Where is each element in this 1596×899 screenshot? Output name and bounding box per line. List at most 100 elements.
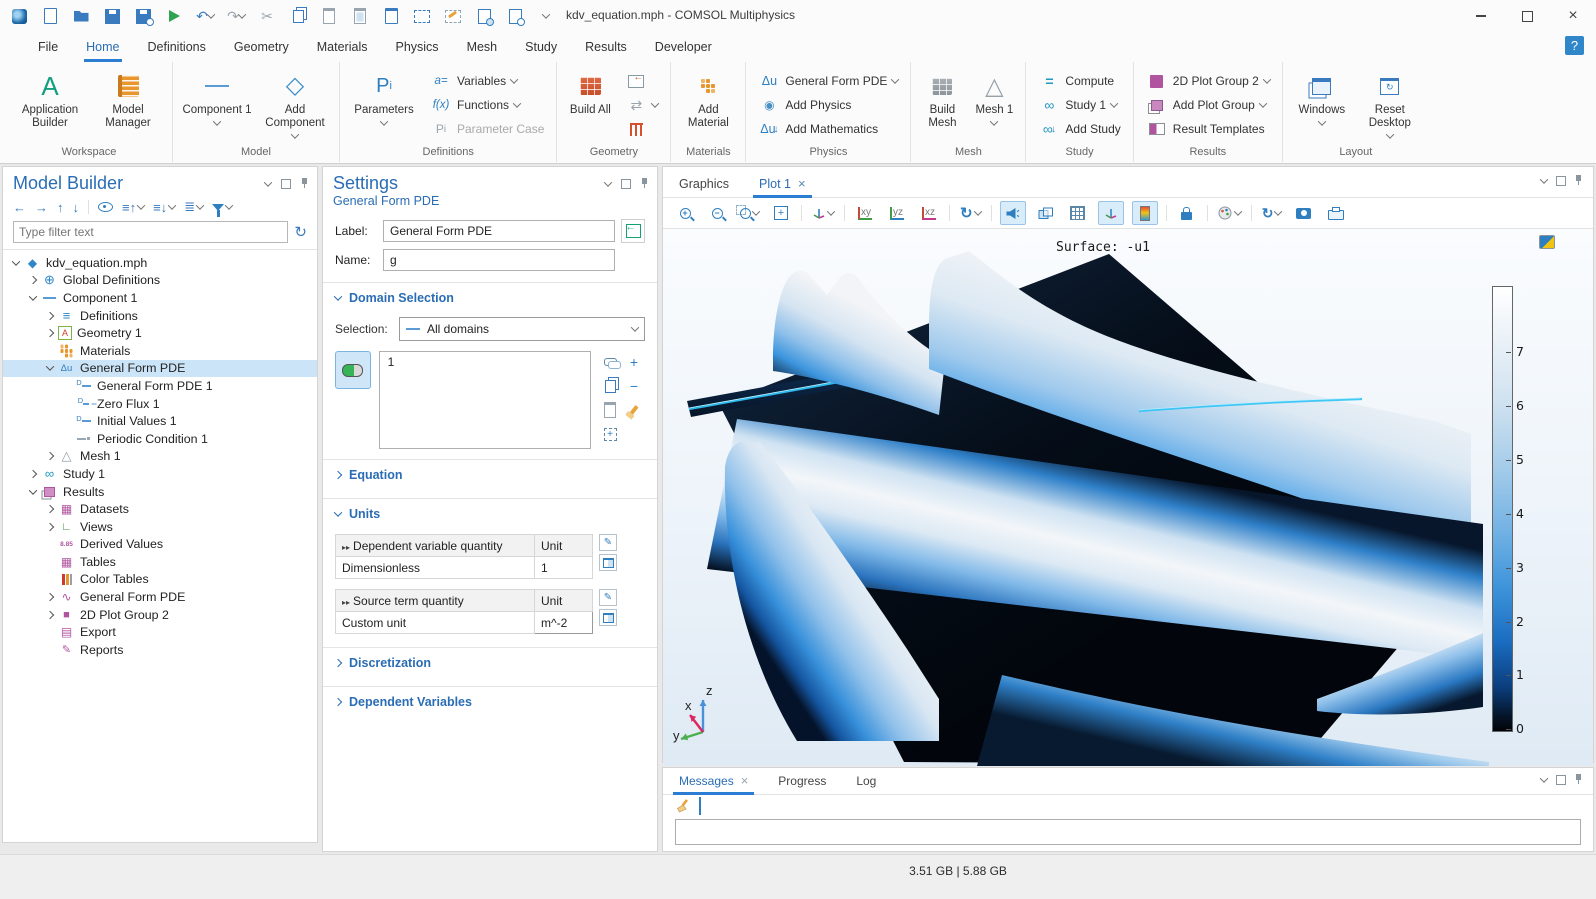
domain-selection-list[interactable]: 1 [379,351,591,449]
add-physics-button[interactable]: ◉ Add Physics [752,94,904,116]
paste-selection-button[interactable] [599,399,621,421]
zoom-in-button[interactable]: + [673,202,697,224]
build-mesh-button[interactable]: Build Mesh [917,68,967,133]
open-in-window-button[interactable] [699,800,701,814]
float-panel-icon[interactable] [621,179,631,189]
tab-plot-1[interactable]: Plot 1× [757,170,808,197]
tree-item[interactable]: Geometry 1 [3,324,317,342]
pin-panel-icon[interactable] [641,178,649,189]
expander-icon[interactable] [46,522,54,530]
panel-menu-icon[interactable] [1540,175,1548,183]
expand-all-button[interactable]: ≡↓ [153,200,175,215]
selection-dropdown[interactable]: All domains [399,317,645,341]
show-toggle-button[interactable] [98,202,113,212]
clear-selection-button[interactable] [623,399,645,421]
tree-item[interactable]: Export [3,623,317,641]
equation-view-button[interactable] [621,219,645,243]
tree-item[interactable]: Results [3,483,317,501]
menu-tab-study[interactable]: Study [511,34,571,60]
unit-cell[interactable]: 1 [535,557,593,579]
show-axes-button[interactable] [1098,201,1124,225]
pin-panel-icon[interactable] [301,178,309,189]
menu-tab-geometry[interactable]: Geometry [220,34,303,60]
collapse-all-button[interactable]: ≡↑ [122,200,144,215]
variables-button[interactable]: a= Variables [424,70,550,92]
close-tab-icon[interactable]: × [798,176,806,191]
parameters-button[interactable]: Pi Parameters [346,68,422,129]
menu-tab-developer[interactable]: Developer [641,34,726,60]
forward-button[interactable]: → [35,200,48,215]
menu-tab-materials[interactable]: Materials [303,34,382,60]
maximize-button[interactable] [1504,0,1550,32]
section-dependent-variables[interactable]: Dependent Variables [323,686,657,717]
result-templates-button[interactable]: Result Templates [1140,118,1276,140]
section-discretization[interactable]: Discretization [323,647,657,678]
tree-item[interactable]: Tables [3,553,317,571]
pin-panel-icon[interactable] [1575,175,1583,186]
edit-quantity-icon[interactable]: ✎ [599,589,617,606]
tab-graphics[interactable]: Graphics [677,171,731,197]
help-button[interactable]: ? [1565,36,1584,55]
plot-group-button[interactable]: 2D Plot Group 2 [1140,70,1276,92]
tree-item[interactable]: Definitions [3,307,317,325]
functions-button[interactable]: f(x) Functions [424,94,550,116]
partition-button[interactable] [619,118,664,140]
view-xz-button[interactable]: xz [917,202,941,224]
expander-icon[interactable] [46,363,54,371]
expander-icon[interactable] [46,593,54,601]
view-yz-button[interactable]: yz [885,202,909,224]
tree-item[interactable]: Zero Flux 1 [3,395,317,413]
deselect-box-button[interactable] [444,6,462,26]
compute-button[interactable]: = Compute [1032,70,1126,92]
lock-view-button[interactable] [1175,202,1199,224]
tree-item[interactable]: Initial Values 1 [3,412,317,430]
tab-progress[interactable]: Progress [776,768,828,794]
filter-button[interactable] [212,204,232,211]
select-box-button[interactable] [413,6,431,26]
show-grid-button[interactable] [1066,202,1090,224]
edit-quantity-icon[interactable]: ✎ [599,534,617,551]
expander-icon[interactable] [12,257,20,265]
menu-tab-physics[interactable]: Physics [381,34,452,60]
rotate-button[interactable]: ↻ [958,202,983,224]
plot-thumbnail-icon[interactable] [1539,235,1555,249]
print-button[interactable] [1324,202,1348,224]
section-domain-selection[interactable]: Domain Selection [323,282,657,313]
update-plot-button[interactable]: ↻ [1260,202,1284,224]
section-units[interactable]: Units [323,498,657,529]
move-down-button[interactable]: ↓ [73,200,80,215]
new-file-button[interactable] [41,6,59,26]
open-button[interactable] [72,6,90,26]
tab-log[interactable]: Log [854,768,878,794]
panel-menu-icon[interactable] [264,178,272,186]
find-preferences-button[interactable] [506,6,524,26]
tab-messages[interactable]: Messages× [677,767,750,794]
undo-button[interactable]: ↶ [196,6,214,26]
expander-icon[interactable] [29,276,37,284]
expander-icon[interactable] [46,452,54,460]
go-to-view-button[interactable] [810,202,836,224]
plot-canvas[interactable]: Surface: -u1 [663,229,1593,766]
tree-item[interactable]: Mesh 1 [3,448,317,466]
cut-button[interactable]: ✂ [258,6,276,26]
zoom-out-button[interactable]: − [705,202,729,224]
expander-icon[interactable] [46,329,54,337]
tree-item[interactable]: General Form PDE 1 [3,377,317,395]
label-input[interactable] [383,220,615,242]
import-geometry-button[interactable] [619,70,664,92]
mesh-1-button[interactable]: △ Mesh 1 [969,68,1019,129]
menu-tab-home[interactable]: Home [72,34,133,60]
show-legend-button[interactable] [1132,201,1158,225]
tree-item[interactable]: Materials [3,342,317,360]
tree-item[interactable]: Datasets [3,500,317,518]
float-panel-icon[interactable] [1556,176,1566,186]
close-tab-icon[interactable]: × [741,773,749,788]
panel-menu-icon[interactable] [1540,774,1548,782]
tree-item[interactable]: Derived Values [3,536,317,554]
insert-unit-icon[interactable] [599,554,617,571]
delete-button[interactable] [382,6,400,26]
add-plot-group-button[interactable]: Add Plot Group [1140,94,1276,116]
name-input[interactable] [383,249,615,271]
save-button[interactable] [103,6,121,26]
expander-icon[interactable] [46,505,54,513]
